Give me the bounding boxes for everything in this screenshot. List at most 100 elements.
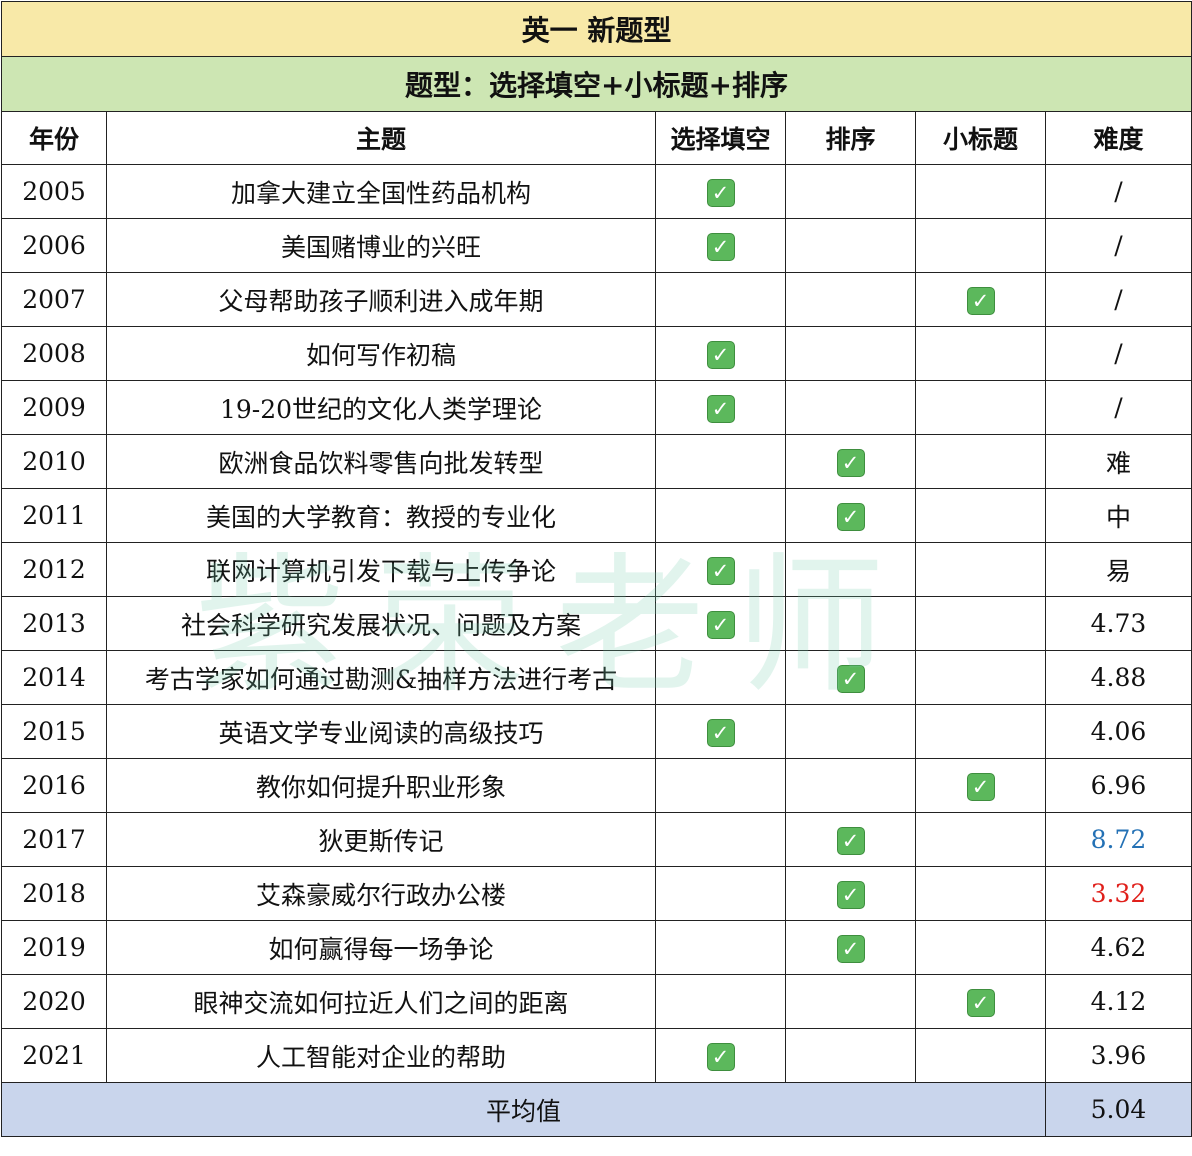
year-cell: 2008 xyxy=(1,326,107,381)
check-mark-icon: ✓ xyxy=(706,232,735,261)
difficulty-cell: / xyxy=(1045,326,1192,381)
order-cell xyxy=(785,218,916,273)
header-choice: 选择填空 xyxy=(655,111,786,165)
order-cell: ✓ xyxy=(785,650,916,705)
check-mark-icon: ✓ xyxy=(836,502,865,531)
heading-cell xyxy=(915,434,1046,489)
difficulty-cell: 难 xyxy=(1045,434,1192,489)
heading-cell xyxy=(915,164,1046,219)
table-row: 2012 联网计算机引发下载与上传争论 ✓ 易 xyxy=(1,542,1192,597)
heading-cell xyxy=(915,488,1046,543)
subtitle-row: 题型：选择填空+小标题+排序 xyxy=(1,56,1192,112)
year-cell: 2007 xyxy=(1,272,107,327)
difficulty-cell: 3.32 xyxy=(1045,866,1192,921)
title-row: 英一 新题型 xyxy=(1,1,1192,57)
heading-cell xyxy=(915,596,1046,651)
table-title: 英一 新题型 xyxy=(1,1,1192,57)
heading-cell: ✓ xyxy=(915,272,1046,327)
choice-cell xyxy=(655,866,786,921)
check-mark-icon: ✓ xyxy=(706,610,735,639)
order-cell: ✓ xyxy=(785,920,916,975)
table-row: 2021 人工智能对企业的帮助 ✓ 3.96 xyxy=(1,1028,1192,1083)
year-cell: 2019 xyxy=(1,920,107,975)
choice-cell: ✓ xyxy=(655,164,786,219)
heading-cell xyxy=(915,326,1046,381)
check-mark-icon: ✓ xyxy=(836,826,865,855)
check-mark-icon: ✓ xyxy=(966,286,995,315)
table-row: 2016 教你如何提升职业形象 ✓ 6.96 xyxy=(1,758,1192,813)
choice-cell: ✓ xyxy=(655,542,786,597)
choice-cell: ✓ xyxy=(655,326,786,381)
header-order: 排序 xyxy=(785,111,916,165)
difficulty-cell: 6.96 xyxy=(1045,758,1192,813)
choice-cell: ✓ xyxy=(655,596,786,651)
choice-cell xyxy=(655,488,786,543)
check-mark-icon: ✓ xyxy=(706,178,735,207)
topic-cell: 如何赢得每一场争论 xyxy=(106,920,656,975)
heading-cell xyxy=(915,218,1046,273)
year-cell: 2011 xyxy=(1,488,107,543)
year-cell: 2017 xyxy=(1,812,107,867)
heading-cell xyxy=(915,920,1046,975)
table-row: 2020 眼神交流如何拉近人们之间的距离 ✓ 4.12 xyxy=(1,974,1192,1029)
year-cell: 2021 xyxy=(1,1028,107,1083)
table-row: 2018 艾森豪威尔行政办公楼 ✓ 3.32 xyxy=(1,866,1192,921)
choice-cell xyxy=(655,758,786,813)
table-row: 2010 欧洲食品饮料零售向批发转型 ✓ 难 xyxy=(1,434,1192,489)
check-mark-icon: ✓ xyxy=(836,880,865,909)
table-row: 2014 考古学家如何通过勘测&抽样方法进行考古 ✓ 4.88 xyxy=(1,650,1192,705)
topic-cell: 眼神交流如何拉近人们之间的距离 xyxy=(106,974,656,1029)
heading-cell xyxy=(915,812,1046,867)
topic-cell: 社会科学研究发展状况、问题及方案 xyxy=(106,596,656,651)
choice-cell xyxy=(655,920,786,975)
table-row: 2008 如何写作初稿 ✓ / xyxy=(1,326,1192,381)
difficulty-cell: / xyxy=(1045,380,1192,435)
average-value: 5.04 xyxy=(1045,1082,1192,1137)
topic-cell: 狄更斯传记 xyxy=(106,812,656,867)
topic-cell: 艾森豪威尔行政办公楼 xyxy=(106,866,656,921)
difficulty-cell: 易 xyxy=(1045,542,1192,597)
order-cell xyxy=(785,1028,916,1083)
order-cell xyxy=(785,758,916,813)
year-cell: 2006 xyxy=(1,218,107,273)
table-subtitle: 题型：选择填空+小标题+排序 xyxy=(1,56,1192,112)
topic-cell: 教你如何提升职业形象 xyxy=(106,758,656,813)
difficulty-cell: 8.72 xyxy=(1045,812,1192,867)
order-cell xyxy=(785,596,916,651)
topic-cell: 如何写作初稿 xyxy=(106,326,656,381)
choice-cell xyxy=(655,974,786,1029)
choice-cell xyxy=(655,812,786,867)
heading-cell xyxy=(915,866,1046,921)
check-mark-icon: ✓ xyxy=(706,718,735,747)
choice-cell: ✓ xyxy=(655,1028,786,1083)
header-topic: 主题 xyxy=(106,111,656,165)
topic-cell: 父母帮助孩子顺利进入成年期 xyxy=(106,272,656,327)
order-cell xyxy=(785,272,916,327)
difficulty-cell: / xyxy=(1045,164,1192,219)
order-cell xyxy=(785,974,916,1029)
difficulty-cell: / xyxy=(1045,218,1192,273)
year-cell: 2014 xyxy=(1,650,107,705)
heading-cell xyxy=(915,380,1046,435)
order-cell xyxy=(785,326,916,381)
check-mark-icon: ✓ xyxy=(836,448,865,477)
table-row: 2013 社会科学研究发展状况、问题及方案 ✓ 4.73 xyxy=(1,596,1192,651)
difficulty-cell: 4.73 xyxy=(1045,596,1192,651)
topic-cell: 英语文学专业阅读的高级技巧 xyxy=(106,704,656,759)
average-label: 平均值 xyxy=(1,1082,1046,1137)
check-mark-icon: ✓ xyxy=(706,394,735,423)
difficulty-cell: 4.06 xyxy=(1045,704,1192,759)
year-cell: 2013 xyxy=(1,596,107,651)
choice-cell: ✓ xyxy=(655,704,786,759)
difficulty-cell: / xyxy=(1045,272,1192,327)
heading-cell xyxy=(915,542,1046,597)
year-cell: 2016 xyxy=(1,758,107,813)
table-row: 2005 加拿大建立全国性药品机构 ✓ / xyxy=(1,164,1192,219)
order-cell: ✓ xyxy=(785,434,916,489)
topic-cell: 联网计算机引发下载与上传争论 xyxy=(106,542,656,597)
year-cell: 2012 xyxy=(1,542,107,597)
year-cell: 2015 xyxy=(1,704,107,759)
table-row: 2007 父母帮助孩子顺利进入成年期 ✓ / xyxy=(1,272,1192,327)
order-cell: ✓ xyxy=(785,866,916,921)
table-row: 2011 美国的大学教育：教授的专业化 ✓ 中 xyxy=(1,488,1192,543)
